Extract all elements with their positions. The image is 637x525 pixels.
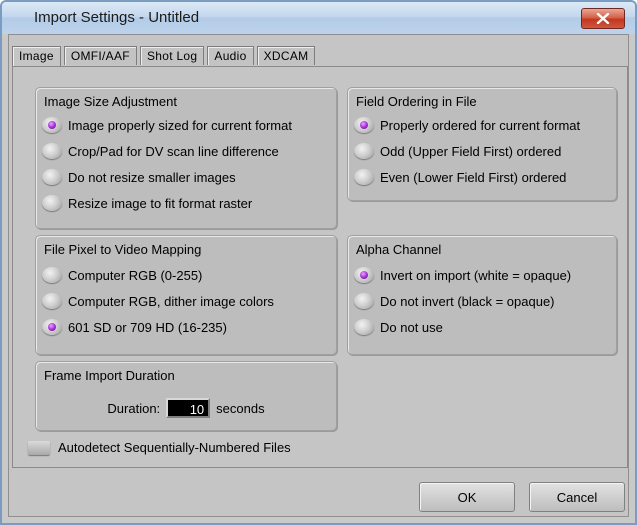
radio-icon [42,319,62,335]
tab-bar: Image OMFI/AAF Shot Log Audio XDCAM [12,46,318,67]
image-size-option-no-resize[interactable]: Do not resize smaller images [42,166,236,188]
radio-icon [42,143,62,159]
image-size-option-resize-fit[interactable]: Resize image to fit format raster [42,192,252,214]
alpha-option-do-not-use[interactable]: Do not use [354,316,443,338]
field-ordering-option-odd[interactable]: Odd (Upper Field First) ordered [354,140,561,162]
radio-icon [354,143,374,159]
radio-icon [42,169,62,185]
pixel-mapping-title: File Pixel to Video Mapping [44,242,202,257]
option-label: Computer RGB (0-255) [68,267,203,283]
autodetect-checkbox-row[interactable]: Autodetect Sequentially-Numbered Files [28,440,291,455]
field-ordering-group: Field Ordering in File Properly ordered … [347,87,617,201]
image-size-option-proper[interactable]: Image properly sized for current format [42,114,292,136]
pixel-mapping-option-rgb-dither[interactable]: Computer RGB, dither image colors [42,290,274,312]
ok-button[interactable]: OK [419,482,515,512]
pixel-mapping-option-601-709[interactable]: 601 SD or 709 HD (16-235) [42,316,227,338]
option-label: Properly ordered for current format [380,117,581,133]
field-ordering-option-proper[interactable]: Properly ordered for current format [354,114,580,136]
option-label: Crop/Pad for DV scan line difference [68,143,279,159]
alpha-channel-title: Alpha Channel [356,242,442,257]
option-label: Do not invert (black = opaque) [380,293,555,309]
tab-omfi-aaf[interactable]: OMFI/AAF [63,46,137,65]
autodetect-label: Autodetect Sequentially-Numbered Files [58,440,291,455]
close-button[interactable] [581,8,625,29]
image-tab-panel: Image Size Adjustment Image properly siz… [12,66,628,468]
tab-xdcam[interactable]: XDCAM [256,46,316,65]
radio-icon [354,117,374,133]
image-size-group: Image Size Adjustment Image properly siz… [35,87,337,229]
frame-import-title: Frame Import Duration [44,368,175,383]
field-ordering-title: Field Ordering in File [356,94,477,109]
duration-row: Duration: 10 seconds [36,398,336,418]
duration-input[interactable]: 10 [166,398,211,418]
option-label: Computer RGB, dither image colors [68,293,274,309]
alpha-option-invert[interactable]: Invert on import (white = opaque) [354,264,571,286]
radio-icon [42,293,62,309]
option-label: Resize image to fit format raster [68,195,253,211]
window-title: Import Settings - Untitled [34,9,200,26]
image-size-title: Image Size Adjustment [44,94,177,109]
option-label: Do not use [380,319,443,335]
option-label: Do not resize smaller images [68,169,236,185]
radio-icon [354,267,374,283]
field-ordering-option-even[interactable]: Even (Lower Field First) ordered [354,166,566,188]
option-label: Even (Lower Field First) ordered [380,169,567,185]
import-settings-window: Import Settings - Untitled Image OMFI/AA… [0,0,637,525]
pixel-mapping-option-rgb[interactable]: Computer RGB (0-255) [42,264,202,286]
close-icon [596,13,610,24]
tab-shot-log[interactable]: Shot Log [139,46,205,65]
cancel-button[interactable]: Cancel [529,482,625,512]
radio-icon [42,117,62,133]
alpha-channel-group: Alpha Channel Invert on import (white = … [347,235,617,355]
duration-label: Duration: [107,400,161,416]
image-size-option-crop-pad[interactable]: Crop/Pad for DV scan line difference [42,140,279,162]
pixel-mapping-group: File Pixel to Video Mapping Computer RGB… [35,235,337,355]
radio-icon [42,267,62,283]
alpha-option-no-invert[interactable]: Do not invert (black = opaque) [354,290,555,312]
frame-import-group: Frame Import Duration Duration: 10 secon… [35,361,337,431]
radio-icon [354,169,374,185]
duration-units: seconds [216,400,265,416]
option-label: Image properly sized for current format [68,117,292,133]
option-label: 601 SD or 709 HD (16-235) [68,319,227,335]
tab-image[interactable]: Image [12,46,61,67]
tab-audio[interactable]: Audio [207,46,254,65]
title-bar[interactable]: Import Settings - Untitled [2,2,635,34]
radio-icon [354,319,374,335]
option-label: Invert on import (white = opaque) [380,267,572,283]
radio-icon [42,195,62,211]
option-label: Odd (Upper Field First) ordered [380,143,562,159]
radio-icon [354,293,374,309]
checkbox-icon[interactable] [28,440,50,455]
